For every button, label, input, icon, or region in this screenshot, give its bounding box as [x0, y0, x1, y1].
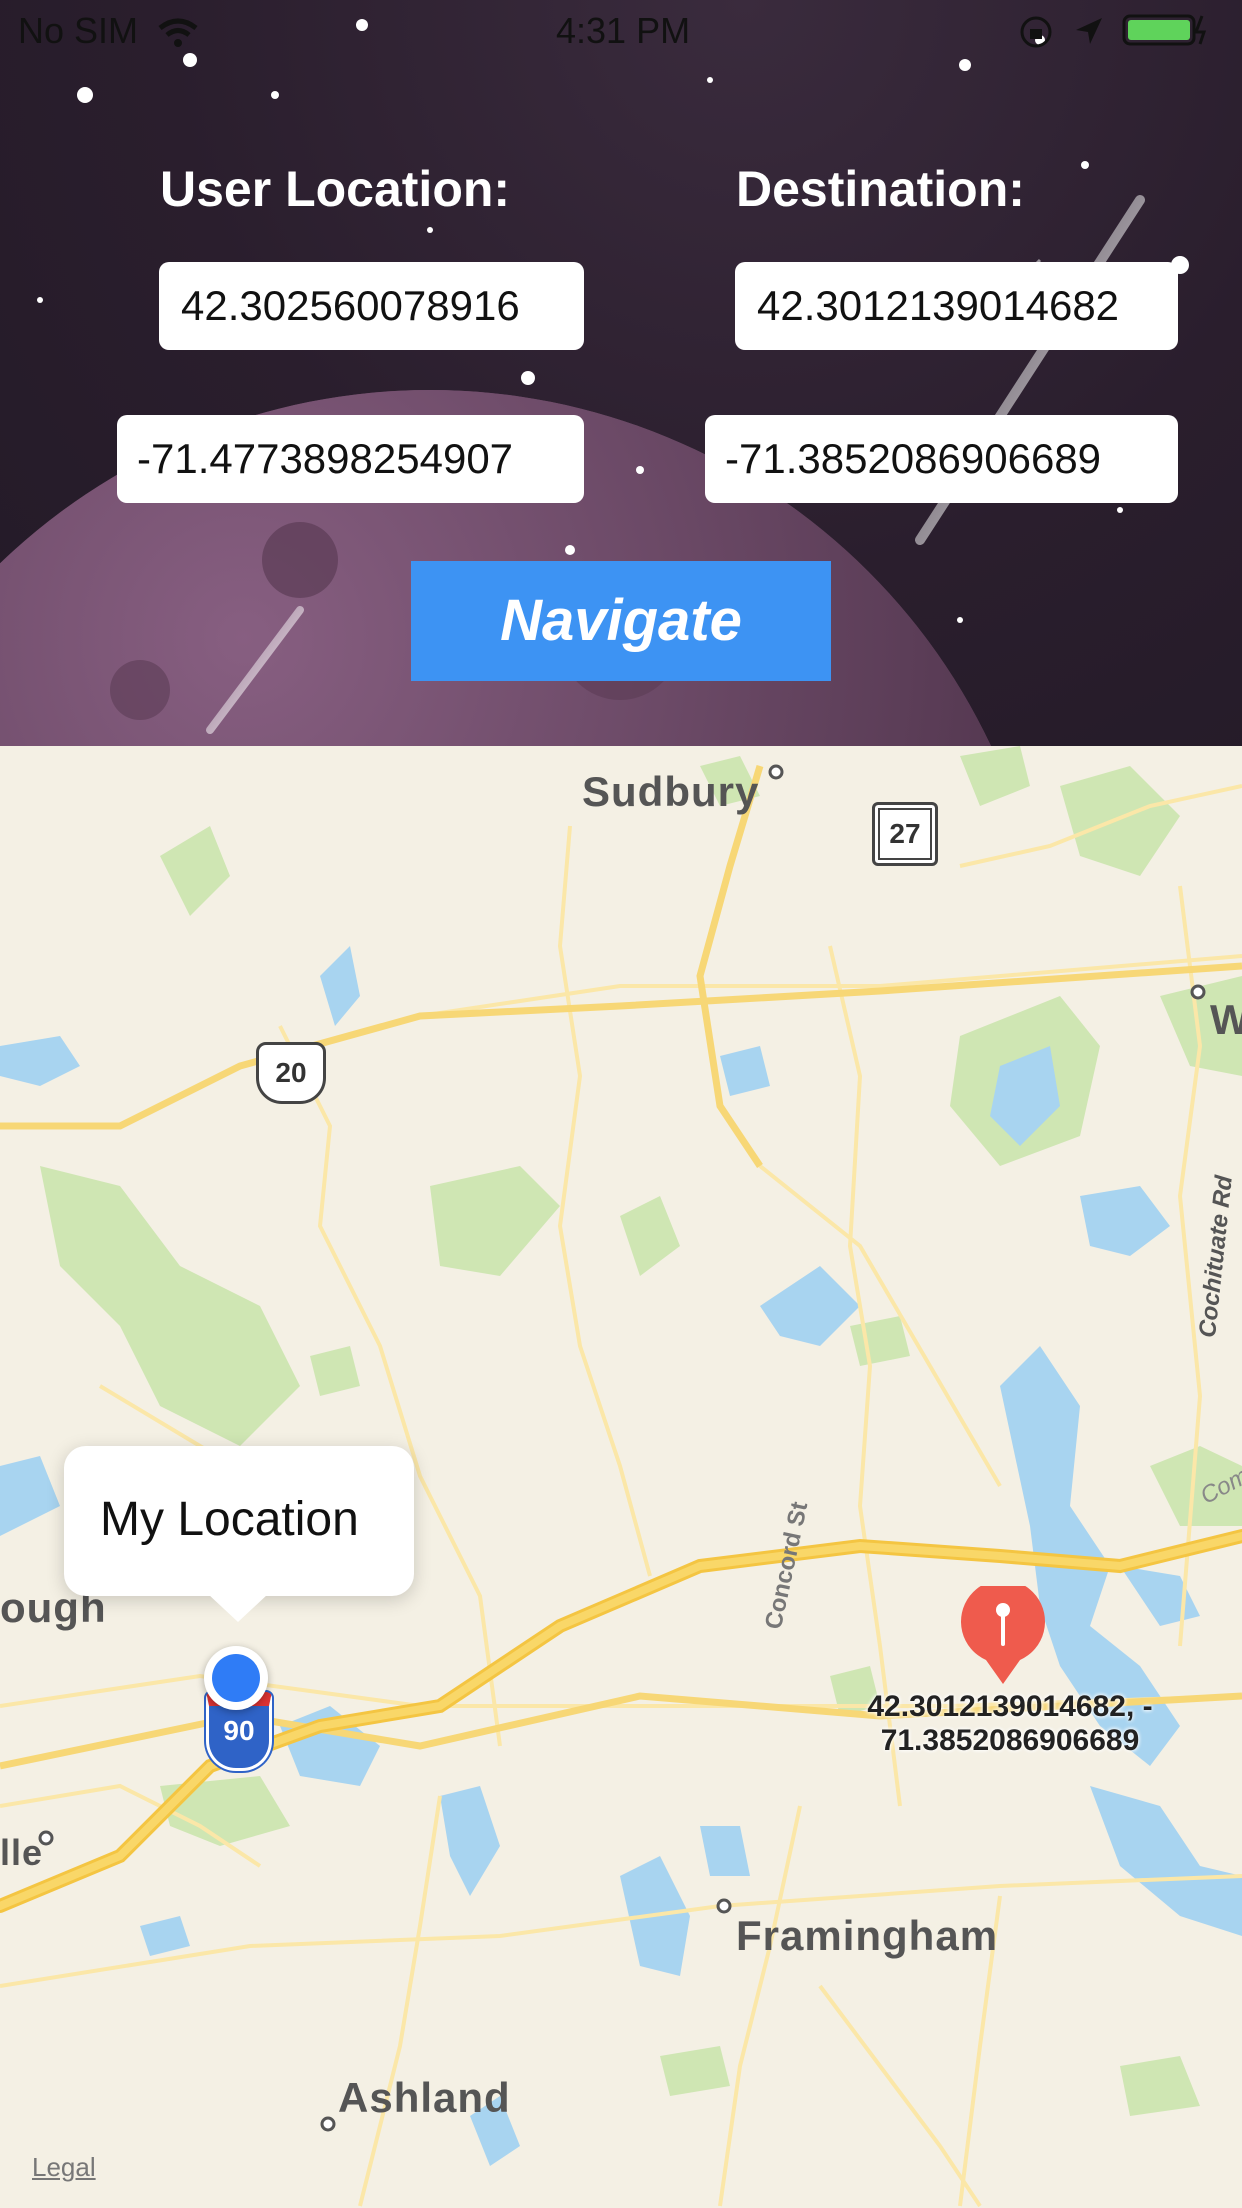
destination-latitude-field[interactable]: 42.3012139014682: [735, 262, 1178, 350]
user-location-dot-core: [212, 1654, 260, 1702]
destination-pin-icon[interactable]: [958, 1586, 1048, 1686]
pin-label-line-1: 42.3012139014682, -: [867, 1690, 1153, 1723]
map-view[interactable]: 27 20 90 Sudbury Framingham Ashland ough…: [0, 746, 1242, 2208]
battery-icon: [1122, 14, 1207, 46]
town-label-sudbury: Sudbury: [582, 768, 760, 815]
user-latitude-field[interactable]: 42.302560078916: [159, 262, 584, 350]
location-arrow-icon: [1076, 18, 1102, 44]
header-panel: No SIM 4:31 PM User Location: Destinatio…: [0, 0, 1242, 746]
user-longitude-field[interactable]: -71.4773898254907: [117, 415, 584, 503]
callout-pointer: [208, 1594, 268, 1622]
orientation-lock-icon: [1020, 16, 1052, 48]
time-label: 4:31 PM: [556, 10, 691, 51]
carrier-label: No SIM: [18, 10, 139, 51]
pin-label-line-2: 71.3852086906689: [880, 1724, 1140, 1757]
wifi-icon: [158, 18, 198, 47]
legal-link[interactable]: Legal: [32, 2152, 96, 2183]
destination-label: Destination:: [736, 161, 1025, 217]
navigate-button[interactable]: Navigate: [411, 561, 831, 681]
town-label-partial-w: W: [1210, 996, 1242, 1043]
town-label-framingham: Framingham: [736, 1912, 999, 1959]
user-location-dot[interactable]: [204, 1646, 268, 1710]
town-label-partial-lle: lle: [0, 1832, 44, 1873]
destination-longitude-field[interactable]: -71.3852086906689: [705, 415, 1178, 503]
user-location-label: User Location:: [160, 161, 511, 217]
route-20-shield: 20: [256, 1042, 326, 1104]
my-location-callout[interactable]: My Location: [64, 1446, 414, 1596]
town-label-ashland: Ashland: [338, 2074, 511, 2121]
route-27-shield: 27: [872, 802, 938, 866]
callout-text: My Location: [100, 1493, 359, 1546]
destination-pin-label: 42.3012139014682, - 71.3852086906689: [820, 1690, 1200, 1758]
